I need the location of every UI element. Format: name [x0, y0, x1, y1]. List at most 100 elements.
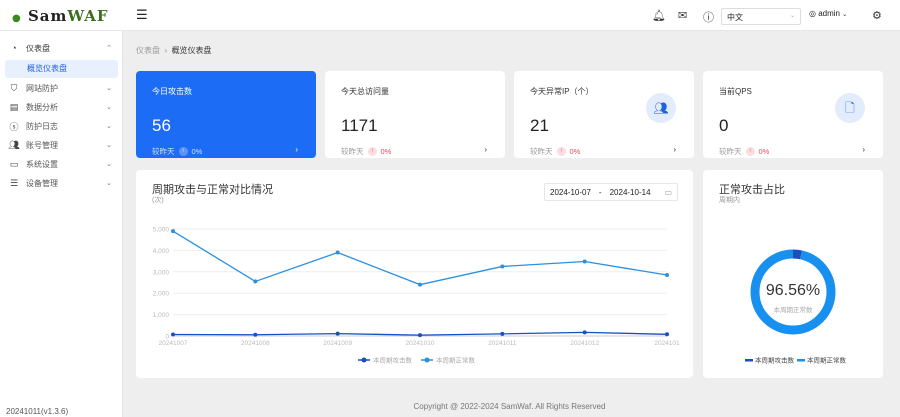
- shield-icon: ⛉: [10, 82, 18, 93]
- stat-pct: 0%: [758, 147, 770, 156]
- stat-value: 21: [530, 116, 549, 135]
- donut-center-label: 本周期正常数: [773, 307, 813, 314]
- data-point: [335, 250, 340, 255]
- settings-icon: ▭: [9, 158, 19, 169]
- line-chart: 01,0002,0003,0004,0005,00020241007 202410…: [153, 227, 680, 365]
- data-point: [582, 330, 587, 335]
- y-tick-label: 3,000: [153, 269, 170, 276]
- data-point: [665, 273, 669, 278]
- stat-title: 当前QPS: [719, 87, 752, 96]
- chevron-right-icon[interactable]: ›: [484, 145, 487, 154]
- sidebar-item-site-protection[interactable]: ⛉ 网站防护 ⌄: [8, 79, 118, 97]
- chevron-right-icon[interactable]: ›: [862, 145, 865, 154]
- ratio-chart-card: 正常攻击占比 周期内 本周期攻击数 本周期正常数 96.56% 本周期正常数: [703, 170, 883, 378]
- sidebar-item-devices[interactable]: ☰ 设备管理 ⌄: [8, 174, 118, 192]
- stat-value: 0: [719, 116, 729, 135]
- version-label: 20241011(v1.3.6): [6, 407, 69, 416]
- legend-label: 本周期正常数: [436, 356, 476, 365]
- legend-label: 本周期正常数: [807, 356, 847, 365]
- y-tick-label: 5,000: [153, 227, 170, 234]
- stat-title: 今天异常IP（个）: [530, 87, 594, 96]
- sidebar-item-analytics[interactable]: ▤ 数据分析 ⌄: [8, 98, 118, 116]
- stat-card-visits[interactable]: 今天总访问量 1171 较昨天 ↑ 0% ›: [325, 71, 505, 158]
- data-point: [171, 229, 175, 234]
- series-line: [172, 230, 668, 286]
- file-icon: 🗋: [835, 93, 865, 123]
- x-tick-label: 20241012: [570, 340, 599, 347]
- data-point: [582, 259, 587, 264]
- stat-compare-label: 较昨天: [530, 147, 553, 156]
- data-point: [253, 332, 258, 337]
- legend-marker: [361, 357, 367, 363]
- arrow-up-icon: ↑: [745, 147, 755, 156]
- chevron-right-icon[interactable]: ›: [673, 145, 676, 154]
- log-icon: ⓢ: [9, 121, 19, 132]
- stat-pct: 0%: [380, 147, 392, 156]
- arrow-up-icon: ↑: [556, 147, 566, 156]
- legend-label: 本周期攻击数: [373, 356, 413, 365]
- x-tick-label: 20241007: [159, 340, 188, 347]
- sidebar-item-logs[interactable]: ⓢ 防护日志 ⌄: [8, 117, 118, 135]
- legend-label: 本周期攻击数: [755, 356, 795, 365]
- device-icon: ☰: [9, 177, 19, 188]
- user-menu[interactable]: ◎ admin ⌄: [809, 9, 847, 18]
- chart-icon: ▤: [9, 101, 19, 112]
- stat-card-qps[interactable]: 当前QPS 0 🗋 较昨天 ↑ 0% ›: [703, 71, 883, 158]
- bell-icon[interactable]: 🔔︎: [652, 9, 666, 22]
- x-tick-label: 2024101: [654, 340, 680, 347]
- trend-chart-card: 周期攻击与正常对比情况 (次) 2024-10-07-2024-10-14 ▭ 0…: [136, 170, 693, 378]
- data-point: [500, 264, 505, 269]
- sidebar-item-overview[interactable]: 概览仪表盘: [5, 60, 118, 78]
- donut-value: 96.56%: [765, 282, 821, 299]
- chevron-right-icon[interactable]: ›: [295, 145, 298, 154]
- stat-pct: 0%: [191, 147, 203, 156]
- data-point: [418, 333, 422, 338]
- sidebar-item-dashboard[interactable]: ◔ 仪表盘 ⌃: [8, 39, 118, 57]
- footer-copyright: Copyright @ 2022-2024 SamWaf. All Rights…: [413, 402, 606, 411]
- breadcrumb: 仪表盘 › 概览仪表盘: [136, 46, 212, 55]
- stat-compare-label: 较昨天: [341, 147, 364, 156]
- data-point: [335, 331, 340, 336]
- stat-card-abnormal-ip[interactable]: 今天异常IP（个） 21 👥︎ 较昨天 ↑ 0% ›: [514, 71, 694, 158]
- legend-marker: [424, 357, 430, 363]
- stat-card-attacks[interactable]: 今日攻击数 56 较昨天 ↑ 0% ›: [136, 71, 316, 158]
- arrow-up-icon: ↑: [178, 147, 188, 156]
- x-tick-label: 20241010: [406, 340, 435, 347]
- menu-toggle-icon[interactable]: ☰: [136, 7, 148, 23]
- users-icon: 👥︎: [646, 93, 676, 123]
- sidebar-item-accounts[interactable]: 👥︎ 账号管理 ⌄: [8, 136, 118, 154]
- legend-marker: [797, 359, 805, 362]
- data-point: [253, 279, 258, 284]
- donut-chart: 本周期攻击数 本周期正常数: [745, 249, 847, 365]
- y-tick-label: 1,000: [153, 312, 170, 319]
- x-tick-label: 20241009: [323, 340, 352, 347]
- stat-compare-label: 较昨天: [719, 147, 742, 156]
- sidebar: ◔ 仪表盘 ⌃ 概览仪表盘 ⛉ 网站防护 ⌄ ▤ 数据分析 ⌄ ⓢ 防护日志 ⌄ 👥︎ 账号管理 ⌄…: [0, 31, 123, 417]
- stat-pct: 0%: [569, 147, 581, 156]
- breadcrumb-root[interactable]: 仪表盘: [136, 46, 160, 55]
- mail-icon[interactable]: ✉: [678, 9, 687, 22]
- top-header: ● SamWAF ☰ 🔔︎ ✉ ⓘ 中文 ⌄ ◎ admin ⌄ ⚙: [0, 0, 900, 31]
- arrow-up-icon: ↑: [367, 147, 377, 156]
- help-icon[interactable]: ⓘ: [703, 9, 714, 25]
- data-point: [500, 331, 505, 336]
- x-tick-label: 20241011: [488, 340, 517, 347]
- gear-icon[interactable]: ⚙: [872, 9, 882, 22]
- samwaf-logo[interactable]: ● SamWAF: [12, 7, 109, 25]
- data-point: [171, 332, 175, 337]
- x-tick-label: 20241008: [241, 340, 270, 347]
- y-tick-label: 2,000: [153, 291, 170, 298]
- stat-title: 今日攻击数: [152, 87, 192, 96]
- data-point: [665, 332, 669, 337]
- language-select[interactable]: 中文 ⌄: [721, 8, 801, 25]
- stat-value: 1171: [341, 116, 378, 135]
- user-icon: ◎: [809, 9, 816, 18]
- stat-compare-label: 较昨天: [152, 147, 175, 156]
- y-tick-label: 4,000: [153, 248, 170, 255]
- legend-marker: [745, 359, 753, 362]
- stat-title: 今天总访问量: [341, 87, 389, 96]
- sidebar-item-settings[interactable]: ▭ 系统设置 ⌄: [8, 155, 118, 173]
- users-icon: 👥︎: [8, 139, 20, 150]
- data-point: [418, 282, 422, 287]
- breadcrumb-current: 概览仪表盘: [171, 46, 212, 55]
